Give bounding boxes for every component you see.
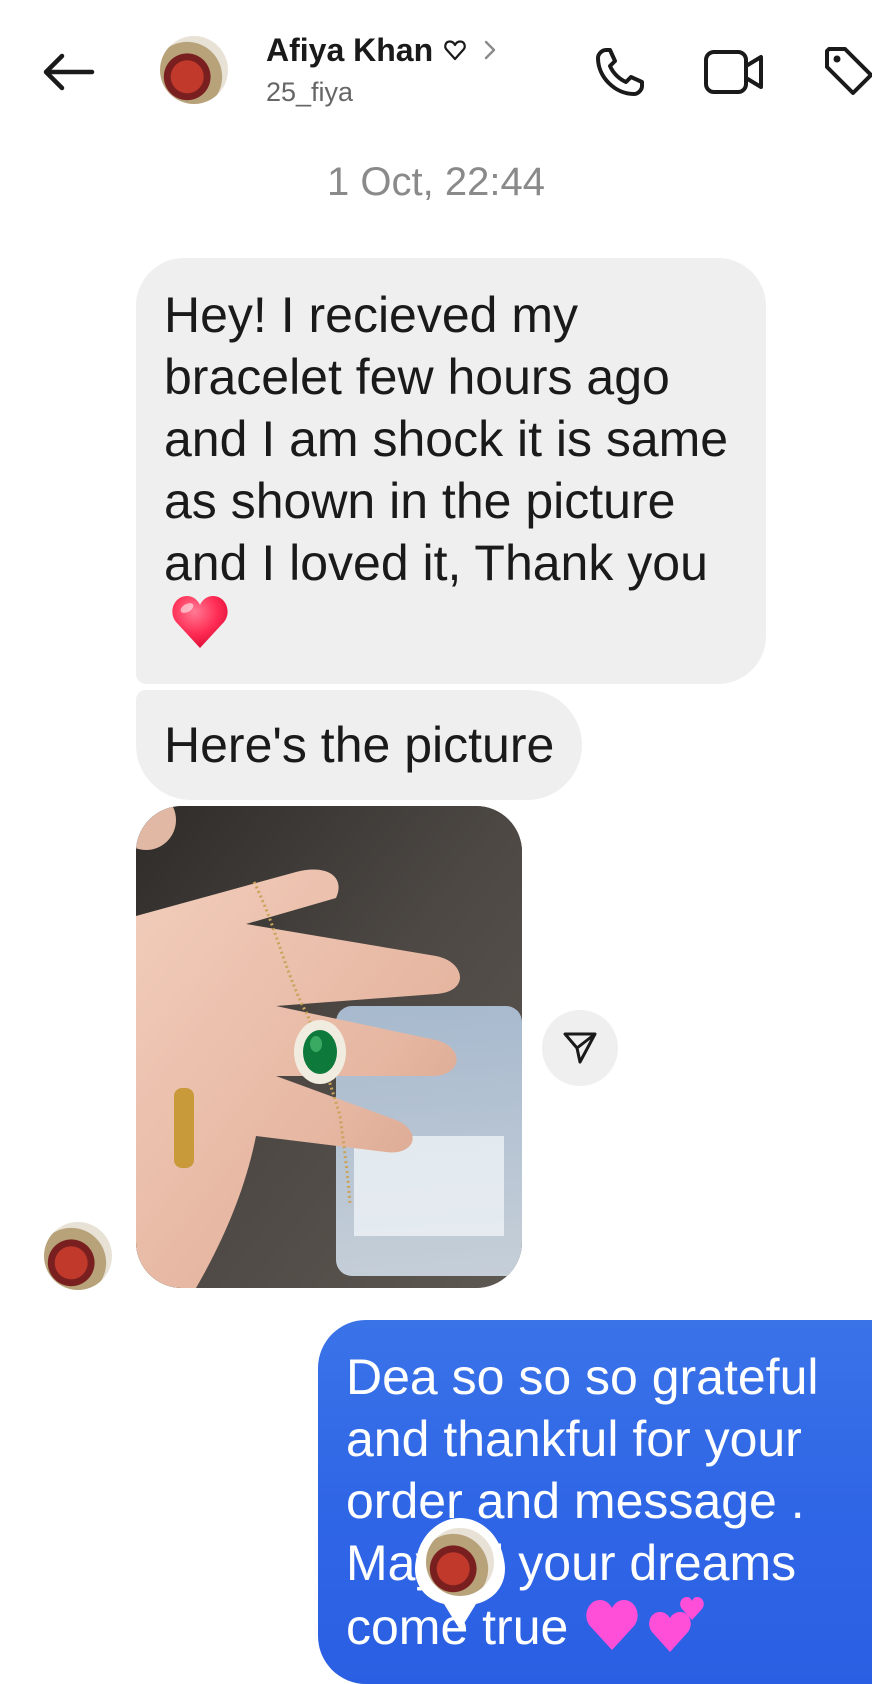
chevron-right-icon — [483, 39, 497, 61]
incoming-message[interactable]: Hey! I recieved my bracelet few hours ag… — [136, 258, 766, 684]
message-timestamp: 1 Oct, 22:44 — [327, 160, 545, 204]
message-text: Here's the picture — [164, 717, 555, 773]
contact-name: Afiya Khan — [266, 32, 434, 68]
red-heart-icon — [170, 594, 230, 650]
message-text: Hey! I recieved my bracelet few hours ag… — [164, 287, 729, 591]
tag-icon — [825, 47, 872, 95]
arrow-left-icon — [43, 53, 95, 91]
photo-message[interactable] — [136, 806, 522, 1288]
share-photo-button[interactable] — [542, 1010, 618, 1086]
pink-hearts-icon — [582, 1594, 708, 1654]
back-button[interactable] — [36, 44, 100, 100]
tag-button[interactable] — [818, 40, 872, 104]
video-call-button[interactable] — [702, 40, 766, 104]
send-paper-plane-icon — [563, 1032, 597, 1064]
outgoing-message[interactable]: Dea so so so grateful and thankful for y… — [318, 1320, 872, 1684]
incoming-message[interactable]: Here's the picture — [136, 690, 583, 800]
contact-username: 25_fiya — [266, 77, 354, 107]
heart-outline-icon — [443, 38, 467, 62]
contact-avatar[interactable] — [160, 36, 228, 104]
seen-by-avatar[interactable] — [420, 1522, 500, 1602]
sender-avatar[interactable] — [44, 1222, 112, 1290]
video-camera-icon — [704, 50, 763, 94]
chat-header: Afiya Khan 25_fiya — [0, 0, 872, 140]
phone-icon — [596, 48, 644, 96]
dm-thread-screen: Afiya Khan 25_fiya 1 Oct, 22:44 Hey! I r… — [0, 0, 872, 1684]
contact-info[interactable]: Afiya Khan 25_fiya — [266, 30, 497, 108]
bracelet-photo — [136, 806, 522, 1288]
audio-call-button[interactable] — [588, 40, 652, 104]
